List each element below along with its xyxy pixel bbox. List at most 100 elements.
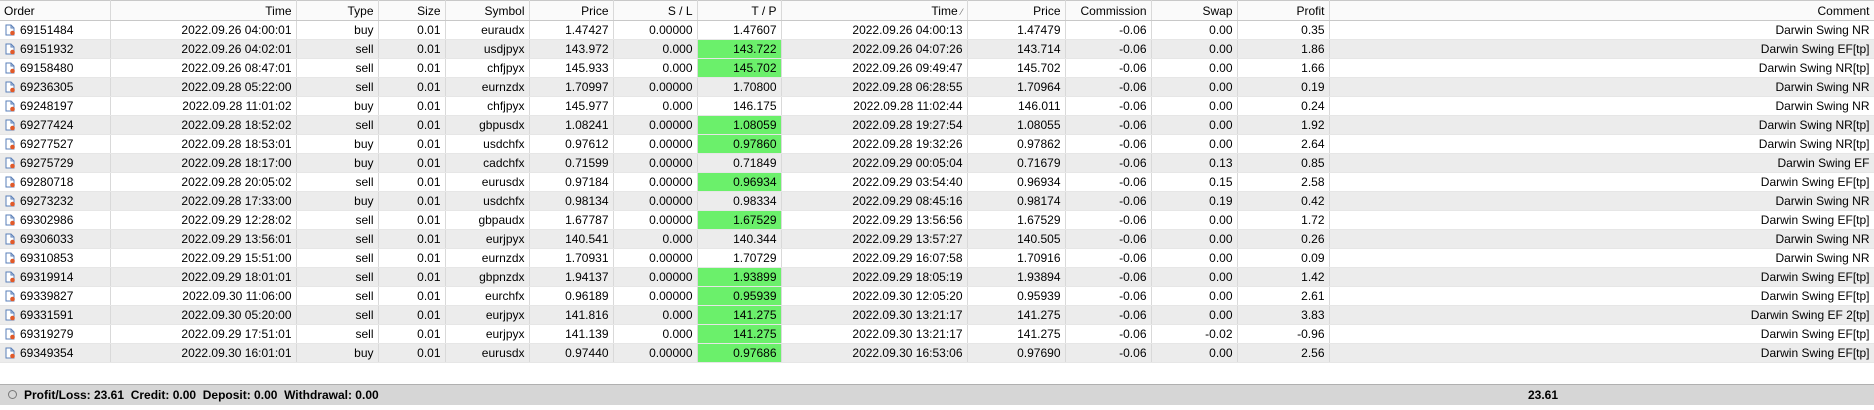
order-document-icon xyxy=(4,138,16,150)
table-row[interactable]: 69331591 2022.09.30 05:20:00 sell 0.01 eurjp… xyxy=(0,305,1874,325)
cell-open-time: 2022.09.29 15:51:00 xyxy=(110,248,297,268)
table-row[interactable]: 69248197 2022.09.28 11:01:02 buy 0.01 chfjpy… xyxy=(0,96,1874,116)
cell-sl: 0.00000 xyxy=(613,172,698,192)
cell-profit: 0.42 xyxy=(1237,191,1330,211)
bottom-edge xyxy=(0,405,1874,410)
cell-open-price: 1.70997 xyxy=(529,77,614,97)
cell-commission: -0.06 xyxy=(1065,191,1152,211)
order-number: 69277527 xyxy=(20,137,74,151)
table-row[interactable]: 69302986 2022.09.29 12:28:02 sell 0.01 gbpau… xyxy=(0,210,1874,230)
order-number: 69349354 xyxy=(20,346,74,360)
cell-tp: 0.97860 xyxy=(697,134,782,154)
order-number: 69302986 xyxy=(20,213,74,227)
cell-sl: 0.00000 xyxy=(613,343,698,363)
cell-tp: 141.275 xyxy=(697,324,782,344)
cell-type: sell xyxy=(296,39,379,59)
cell-close-price: 0.98174 xyxy=(967,191,1066,211)
cell-commission: -0.06 xyxy=(1065,267,1152,287)
table-row[interactable]: 69151484 2022.09.26 04:00:01 buy 0.01 euraud… xyxy=(0,20,1874,40)
cell-comment: Darwin Swing EF 2[tp] xyxy=(1329,305,1874,325)
cell-order: 69158480 xyxy=(0,58,111,78)
table-row[interactable]: 69277424 2022.09.28 18:52:02 sell 0.01 gbpus… xyxy=(0,115,1874,135)
cell-symbol: eurusdx xyxy=(445,343,530,363)
cell-symbol: eurjpyx xyxy=(445,305,530,325)
table-row[interactable]: 69158480 2022.09.26 08:47:01 sell 0.01 chfjp… xyxy=(0,58,1874,78)
cell-open-time: 2022.09.28 18:17:00 xyxy=(110,153,297,173)
table-row[interactable]: 69306033 2022.09.29 13:56:01 sell 0.01 eurjp… xyxy=(0,229,1874,249)
table-row[interactable]: 69339827 2022.09.30 11:06:00 sell 0.01 eurch… xyxy=(0,286,1874,306)
col-close-time[interactable]: Time ⁄ xyxy=(781,0,968,21)
cell-comment: Darwin Swing EF[tp] xyxy=(1329,267,1874,287)
table-row[interactable]: 69151932 2022.09.26 04:02:01 sell 0.01 usdjp… xyxy=(0,39,1874,59)
col-profit[interactable]: Profit xyxy=(1237,0,1330,21)
table-row[interactable]: 69319914 2022.09.29 18:01:01 sell 0.01 gbpnz… xyxy=(0,267,1874,287)
cell-type: sell xyxy=(296,324,379,344)
cell-swap: 0.00 xyxy=(1151,305,1238,325)
cell-open-price: 0.96189 xyxy=(529,286,614,306)
order-number: 69319914 xyxy=(20,270,74,284)
col-comment[interactable]: Comment xyxy=(1329,0,1874,21)
cell-tp: 0.96934 xyxy=(697,172,782,192)
cell-profit: 2.64 xyxy=(1237,134,1330,154)
cell-order: 69236305 xyxy=(0,77,111,97)
cell-close-price: 140.505 xyxy=(967,229,1066,249)
cell-close-price: 0.97862 xyxy=(967,134,1066,154)
cell-sl: 0.000 xyxy=(613,305,698,325)
cell-comment: Darwin Swing NR[tp] xyxy=(1329,58,1874,78)
cell-symbol: gbpusdx xyxy=(445,115,530,135)
cell-sl: 0.00000 xyxy=(613,115,698,135)
cell-close-price: 0.97690 xyxy=(967,343,1066,363)
table-row[interactable]: 69280718 2022.09.28 20:05:02 sell 0.01 eurus… xyxy=(0,172,1874,192)
cell-commission: -0.06 xyxy=(1065,20,1152,40)
cell-comment: Darwin Swing NR xyxy=(1329,20,1874,40)
cell-type: sell xyxy=(296,248,379,268)
cell-comment: Darwin Swing EF[tp] xyxy=(1329,324,1874,344)
col-close-price[interactable]: Price xyxy=(967,0,1066,21)
cell-swap: 0.00 xyxy=(1151,115,1238,135)
cell-commission: -0.06 xyxy=(1065,172,1152,192)
col-open-time[interactable]: Time xyxy=(110,0,297,21)
summary-circle-icon[interactable] xyxy=(8,390,17,399)
cell-open-time: 2022.09.30 11:06:00 xyxy=(110,286,297,306)
cell-commission: -0.06 xyxy=(1065,324,1152,344)
table-row[interactable]: 69236305 2022.09.28 05:22:00 sell 0.01 eurnz… xyxy=(0,77,1874,97)
col-swap[interactable]: Swap xyxy=(1151,0,1238,21)
cell-type: buy xyxy=(296,191,379,211)
col-open-price[interactable]: Price xyxy=(529,0,614,21)
table-row[interactable]: 69275729 2022.09.28 18:17:00 buy 0.01 cadchf… xyxy=(0,153,1874,173)
cell-close-price: 146.011 xyxy=(967,96,1066,116)
col-symbol[interactable]: Symbol xyxy=(445,0,530,21)
col-order[interactable]: Order xyxy=(0,0,111,21)
cell-profit: 1.72 xyxy=(1237,210,1330,230)
order-document-icon xyxy=(4,233,16,245)
order-number: 69277424 xyxy=(20,118,74,132)
cell-close-price: 141.275 xyxy=(967,324,1066,344)
cell-close-time: 2022.09.30 12:05:20 xyxy=(781,286,968,306)
cell-swap: 0.00 xyxy=(1151,267,1238,287)
col-commission[interactable]: Commission xyxy=(1065,0,1152,21)
cell-commission: -0.06 xyxy=(1065,96,1152,116)
cell-open-price: 0.97440 xyxy=(529,343,614,363)
cell-size: 0.01 xyxy=(378,20,446,40)
cell-order: 69277424 xyxy=(0,115,111,135)
col-sl[interactable]: S / L xyxy=(613,0,698,21)
cell-tp: 0.71849 xyxy=(697,153,782,173)
cell-symbol: chfjpyx xyxy=(445,96,530,116)
cell-commission: -0.06 xyxy=(1065,210,1152,230)
cell-profit: -0.96 xyxy=(1237,324,1330,344)
col-size[interactable]: Size xyxy=(378,0,446,21)
table-row[interactable]: 69273232 2022.09.28 17:33:00 buy 0.01 usdchf… xyxy=(0,191,1874,211)
cell-sl: 0.000 xyxy=(613,229,698,249)
summary-profit-total: 23.61 xyxy=(1527,388,1558,402)
table-row[interactable]: 69319279 2022.09.29 17:51:01 sell 0.01 eurjp… xyxy=(0,324,1874,344)
col-tp[interactable]: T / P xyxy=(697,0,782,21)
order-number: 69319279 xyxy=(20,327,74,341)
cell-open-price: 141.816 xyxy=(529,305,614,325)
table-row[interactable]: 69349354 2022.09.30 16:01:01 buy 0.01 eurusd… xyxy=(0,343,1874,363)
table-row[interactable]: 69310853 2022.09.29 15:51:00 sell 0.01 eurnz… xyxy=(0,248,1874,268)
cell-tp: 0.97686 xyxy=(697,343,782,363)
cell-size: 0.01 xyxy=(378,343,446,363)
cell-size: 0.01 xyxy=(378,191,446,211)
col-type[interactable]: Type xyxy=(296,0,379,21)
table-row[interactable]: 69277527 2022.09.28 18:53:01 buy 0.01 usdchf… xyxy=(0,134,1874,154)
